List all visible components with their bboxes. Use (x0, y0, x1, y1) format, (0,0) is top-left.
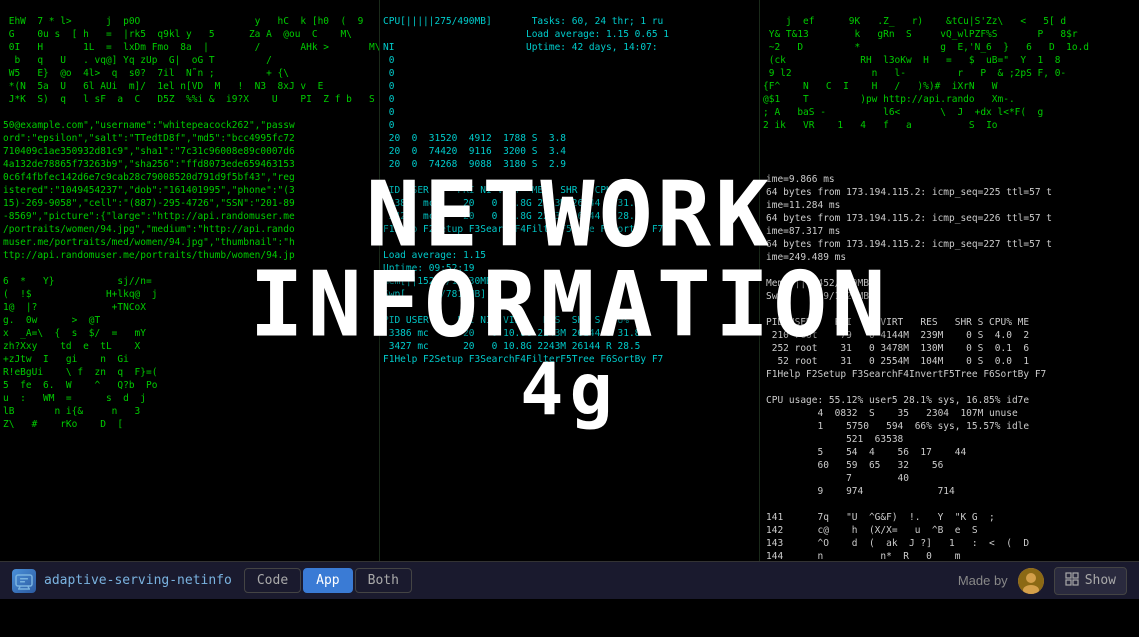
title-line3: 4g (249, 350, 889, 429)
avatar-image (1018, 568, 1044, 594)
overlay-title: NETWORK INFORMATION 4g (249, 170, 889, 429)
tab-app[interactable]: App (303, 568, 352, 593)
bottom-right-section: Made by Show (958, 567, 1127, 595)
tab-group: Code App Both (244, 568, 412, 593)
show-label: Show (1085, 573, 1116, 588)
show-button[interactable]: Show (1054, 567, 1127, 595)
avatar (1018, 568, 1044, 594)
tab-code[interactable]: Code (244, 568, 301, 593)
tab-both[interactable]: Both (355, 568, 412, 593)
app-name-label: adaptive-serving-netinfo (44, 573, 232, 588)
app-icon (12, 569, 36, 593)
expand-arrows-icon (1065, 572, 1079, 586)
title-line2: INFORMATION (249, 260, 889, 350)
expand-icon (1065, 572, 1079, 590)
bottom-left-section: adaptive-serving-netinfo Code App Both (12, 568, 412, 593)
title-line1: NETWORK (249, 170, 889, 260)
terminal-background: EhW 7 * l> j p0O y hC k [h0 ( 9 zI G 0u … (0, 0, 1139, 599)
app-logo-icon (15, 572, 33, 590)
made-by-label: Made by (958, 573, 1008, 588)
bottom-bar: adaptive-serving-netinfo Code App Both M… (0, 561, 1139, 599)
